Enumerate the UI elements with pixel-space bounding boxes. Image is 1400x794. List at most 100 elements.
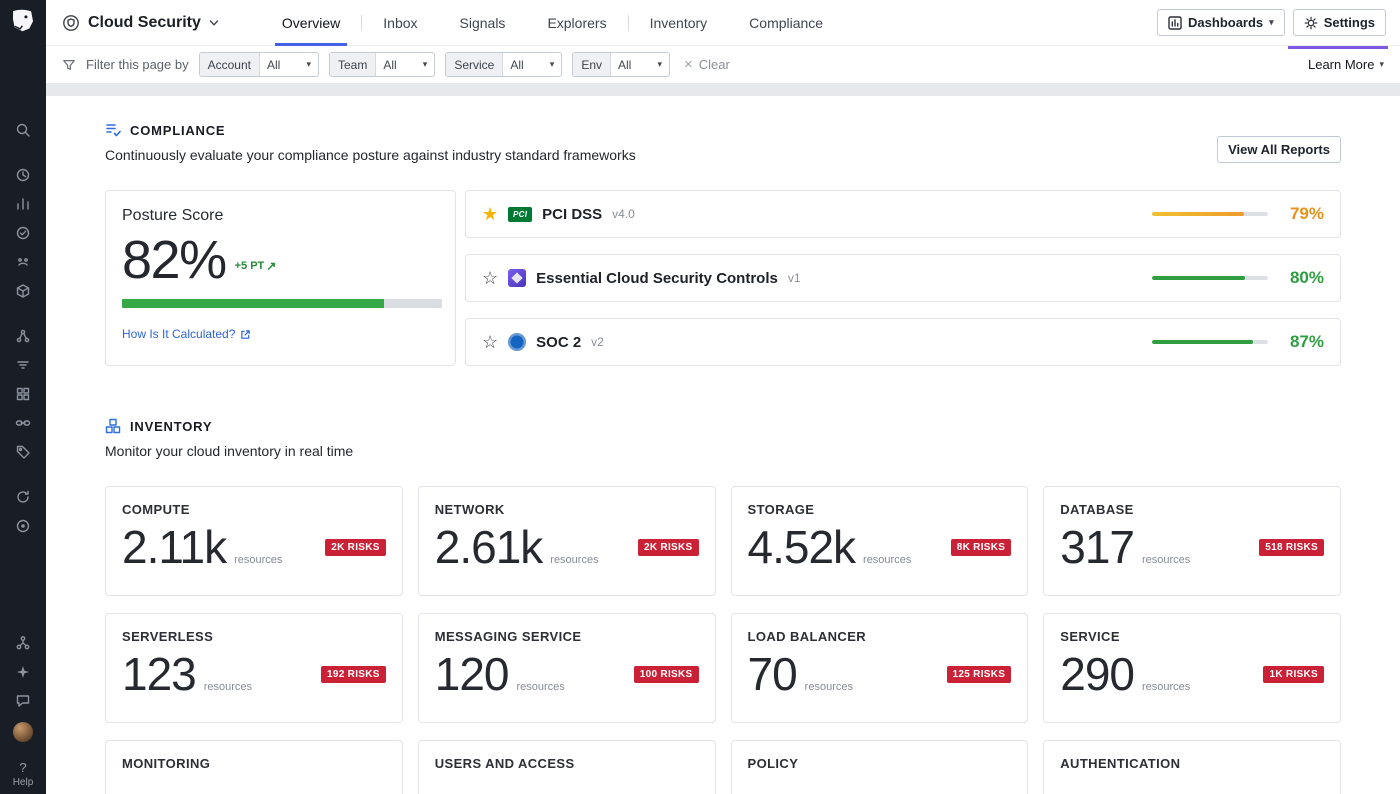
inventory-section: INVENTORY Monitor your cloud inventory i…: [105, 418, 1341, 794]
ci-cd-icon[interactable]: [15, 489, 31, 505]
inventory-card-service[interactable]: SERVICE 290resources 1K RISKS: [1043, 613, 1341, 723]
recents-icon[interactable]: [15, 167, 31, 183]
framework-row-pci-dss[interactable]: ★ PCI PCI DSS v4.0 79%: [465, 190, 1341, 238]
tab-inbox[interactable]: Inbox: [362, 0, 438, 46]
resource-count: 290: [1060, 649, 1134, 700]
security-icon[interactable]: [15, 518, 31, 534]
help-icon: ?: [19, 760, 26, 775]
inventory-grid: COMPUTE 2.11kresources 2K RISKS NETWORK …: [105, 486, 1341, 794]
bar-chart-icon: [1168, 16, 1182, 30]
risk-badge[interactable]: 192 RISKS: [321, 666, 386, 683]
tab-explorers[interactable]: Explorers: [526, 0, 627, 46]
tab-signals[interactable]: Signals: [439, 0, 527, 46]
user-avatar[interactable]: [13, 722, 33, 742]
support-chat-icon[interactable]: [15, 693, 31, 709]
risk-badge[interactable]: 100 RISKS: [634, 666, 699, 683]
filter-bar: Filter this page by Account All▾ Team Al…: [46, 46, 1400, 84]
resource-unit: resources: [550, 554, 598, 566]
filter-env-name: Env: [573, 53, 611, 76]
filter-service[interactable]: Service All▾: [445, 52, 562, 77]
risk-badge[interactable]: 8K RISKS: [951, 539, 1012, 556]
filter-env-value: All: [618, 58, 631, 72]
resource-unit: resources: [1142, 554, 1190, 566]
compliance-section: COMPLIANCE Continuously evaluate your co…: [105, 122, 1341, 366]
topbar-actions: Dashboards ▾ Settings: [1157, 9, 1386, 36]
tab-inventory[interactable]: Inventory: [629, 0, 729, 46]
inventory-card-monitoring[interactable]: MONITORING: [105, 740, 403, 794]
chevron-down-icon: ▾: [423, 59, 428, 70]
logs-icon[interactable]: [15, 444, 31, 460]
how-calculated-link[interactable]: How Is It Calculated?: [122, 327, 251, 341]
learn-more-highlight: [1288, 46, 1388, 49]
inventory-card-compute[interactable]: COMPUTE 2.11kresources 2K RISKS: [105, 486, 403, 596]
framework-row-soc-2[interactable]: ☆ SOC 2 v2 87%: [465, 318, 1341, 366]
trend-up-icon: ↗: [266, 259, 276, 273]
clear-filters-label: Clear: [699, 57, 730, 72]
topbar: Cloud Security Overview Inbox Signals Ex…: [46, 0, 1400, 46]
metrics-icon[interactable]: [15, 196, 31, 212]
inventory-card-storage[interactable]: STORAGE 4.52kresources 8K RISKS: [731, 486, 1029, 596]
resource-unit: resources: [863, 554, 911, 566]
inventory-card-network[interactable]: NETWORK 2.61kresources 2K RISKS: [418, 486, 716, 596]
main-column: Cloud Security Overview Inbox Signals Ex…: [46, 0, 1400, 794]
framework-name: SOC 2: [536, 334, 581, 351]
app-title-group[interactable]: Cloud Security: [62, 14, 219, 32]
learn-more-button[interactable]: Learn More ▾: [1308, 57, 1384, 72]
resource-count: 2.61k: [435, 522, 543, 573]
inventory-card-load-balancer[interactable]: LOAD BALANCER 70resources 125 RISKS: [731, 613, 1029, 723]
filter-account[interactable]: Account All▾: [199, 52, 319, 77]
inventory-card-users-and-access[interactable]: USERS AND ACCESS: [418, 740, 716, 794]
posture-score-bar: [122, 299, 442, 308]
inventory-card-database[interactable]: DATABASE 317resources 518 RISKS: [1043, 486, 1341, 596]
infrastructure-icon[interactable]: [15, 283, 31, 299]
view-all-reports-button[interactable]: View All Reports: [1217, 136, 1341, 163]
framework-row-essential-controls[interactable]: ☆ Essential Cloud Security Controls v1 8…: [465, 254, 1341, 302]
page-title: Cloud Security: [88, 14, 201, 32]
bits-ai-icon[interactable]: [15, 664, 31, 680]
compliance-checklist-icon: [105, 122, 121, 138]
dashboards-icon[interactable]: [15, 386, 31, 402]
framework-version: v2: [591, 335, 604, 349]
star-filled-icon[interactable]: ★: [482, 205, 498, 223]
chevron-down-icon: ▾: [1269, 17, 1274, 28]
help-button[interactable]: ? Help: [13, 760, 34, 788]
risk-badge[interactable]: 125 RISKS: [947, 666, 1012, 683]
dashboards-button[interactable]: Dashboards ▾: [1157, 9, 1285, 36]
framework-score-bar: [1152, 212, 1268, 216]
framework-score-pct: 80%: [1278, 268, 1324, 288]
chevron-down-icon: ▾: [657, 59, 662, 70]
star-outline-icon[interactable]: ☆: [482, 269, 498, 287]
monitors-icon[interactable]: [15, 225, 31, 241]
tab-compliance[interactable]: Compliance: [728, 0, 844, 46]
chevron-down-icon: ▾: [306, 59, 311, 70]
filter-team[interactable]: Team All▾: [329, 52, 435, 77]
risk-badge[interactable]: 2K RISKS: [638, 539, 699, 556]
resource-unit: resources: [517, 681, 565, 693]
tab-overview[interactable]: Overview: [261, 0, 361, 46]
settings-button[interactable]: Settings: [1293, 9, 1386, 36]
risk-badge[interactable]: 2K RISKS: [325, 539, 386, 556]
integrations-icon[interactable]: [15, 415, 31, 431]
star-outline-icon[interactable]: ☆: [482, 333, 498, 351]
resource-count: 70: [748, 649, 797, 700]
apm-icon[interactable]: [15, 328, 31, 344]
filter-env[interactable]: Env All ▾: [572, 52, 670, 77]
workflows-icon[interactable]: [15, 635, 31, 651]
risk-badge[interactable]: 1K RISKS: [1263, 666, 1324, 683]
filter-account-value: All: [267, 58, 280, 72]
search-icon[interactable]: [15, 122, 31, 138]
framework-score-pct: 79%: [1278, 204, 1324, 224]
inventory-card-serverless[interactable]: SERVERLESS 123resources 192 RISKS: [105, 613, 403, 723]
risk-badge[interactable]: 518 RISKS: [1259, 539, 1324, 556]
framework-version: v4.0: [612, 207, 635, 221]
framework-name: PCI DSS: [542, 206, 602, 223]
datadog-logo[interactable]: [8, 6, 38, 36]
inventory-card-authentication[interactable]: AUTHENTICATION: [1043, 740, 1341, 794]
inventory-card-policy[interactable]: POLICY: [731, 740, 1029, 794]
inventory-card-messaging-service[interactable]: MESSAGING SERVICE 120resources 100 RISKS: [418, 613, 716, 723]
watchdog-icon[interactable]: [15, 254, 31, 270]
clear-filters-button[interactable]: × Clear: [684, 57, 730, 72]
app: ? Help Cloud Security Overview Inbox Sig…: [0, 0, 1400, 794]
resource-unit: resources: [234, 554, 282, 566]
livetail-icon[interactable]: [15, 357, 31, 373]
